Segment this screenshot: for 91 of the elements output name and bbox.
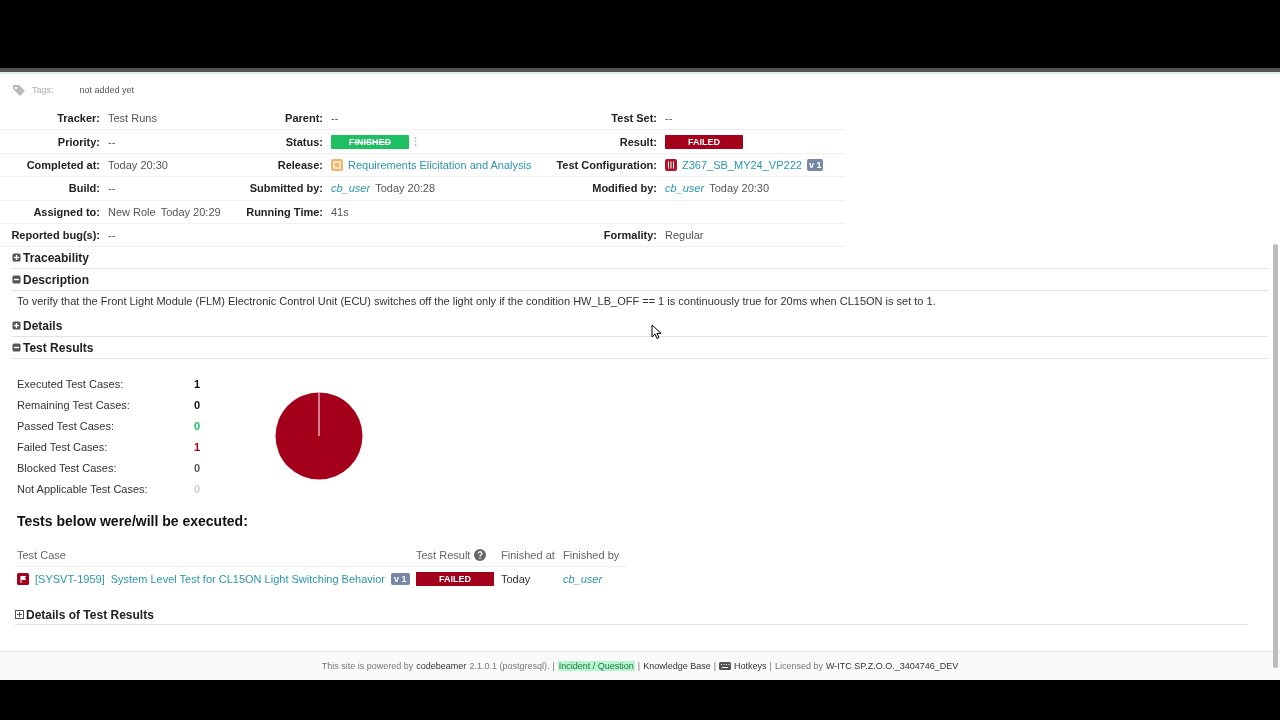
user-link[interactable]: cb_user — [665, 182, 705, 195]
field-time: Today 20:29 — [160, 205, 221, 218]
test-case-id-link[interactable]: [SYSVT-1959] — [35, 573, 105, 586]
stat-label: Blocked Test Cases: — [17, 460, 117, 476]
field-label: Running Time: — [246, 205, 323, 218]
field-label: Parent: — [285, 112, 323, 125]
column-header: Test Result — [416, 549, 471, 562]
configuration-icon — [665, 158, 677, 171]
footer-link[interactable]: Knowledge Base — [643, 661, 711, 671]
stat-label: Not Applicable Test Cases: — [17, 481, 148, 497]
release-icon — [331, 158, 343, 171]
field-label: Reported bug(s): — [11, 229, 100, 242]
field-time: Today 20:28 — [375, 182, 436, 195]
user-link[interactable]: cb_user — [563, 573, 603, 586]
tags-value: not added yet — [78, 85, 135, 95]
configuration-link[interactable]: Z367_SB_MY24_VP222 — [682, 158, 802, 171]
column-header: Finished at — [501, 549, 555, 562]
field-value: -- — [108, 229, 116, 242]
field-label: Tracker: — [57, 112, 100, 125]
description-text: To verify that the Front Light Module (FLM) Electronic Control Unit (ECU) switches off the light only if the condition HW_LB_OFF == 1 is continuously true for 20ms when CL15ON is set to 1. — [17, 295, 937, 308]
field-label: Priority: — [57, 135, 100, 148]
hotkeys-link[interactable]: Hotkeys — [734, 661, 767, 671]
field-label: Build: — [68, 182, 100, 195]
help-icon[interactable] — [474, 549, 487, 562]
field-value: Regular — [665, 229, 704, 242]
field-time: Today 20:30 — [709, 182, 770, 195]
field-value: 41s — [331, 205, 349, 218]
stat-value: 1 — [194, 376, 201, 392]
stat-value: 1 — [194, 439, 201, 455]
footer-text: codebeamer — [416, 661, 467, 671]
keyboard-icon — [719, 662, 732, 670]
field-label: Release: — [277, 158, 323, 171]
column-header: Test Case — [17, 549, 66, 562]
scrollbar[interactable] — [1273, 244, 1278, 668]
expand-icon[interactable] — [12, 321, 21, 331]
stat-value: 0 — [194, 397, 201, 413]
field-value: Today 20:30 — [108, 158, 168, 171]
field-value: New Role — [108, 205, 156, 218]
field-value: -- — [108, 182, 116, 195]
footer-separator: | — [637, 661, 641, 671]
stat-label: Failed Test Cases: — [17, 439, 108, 455]
incident-link[interactable]: Incident / Question — [557, 661, 635, 671]
footer-text: 2.1.0.1 (postgresql). — [469, 661, 550, 671]
field-label: Submitted by: — [249, 182, 323, 195]
field-label: Test Set: — [611, 112, 657, 125]
field-value: -- — [665, 112, 673, 125]
stat-value: 0 — [194, 418, 201, 434]
field-label: Modified by: — [592, 182, 657, 195]
field-value: -- — [331, 112, 339, 125]
status-badge: FAILED — [665, 134, 743, 149]
finished-at: Today — [501, 573, 531, 586]
footer-text: Licensed by — [774, 661, 823, 671]
version-badge: v 1 — [806, 158, 824, 171]
field-label: Completed at: — [26, 158, 100, 171]
expand-icon[interactable] — [15, 610, 24, 620]
stat-label: Executed Test Cases: — [17, 376, 124, 392]
footer-separator: | — [713, 661, 717, 671]
cursor-icon — [651, 324, 661, 339]
stat-value: 0 — [194, 460, 201, 476]
version-badge: v 1 — [391, 573, 410, 586]
flag-icon — [17, 573, 29, 586]
field-value: Test Runs — [108, 112, 157, 125]
tests-heading: Tests below were/will be executed: — [17, 513, 249, 530]
collapse-icon[interactable] — [12, 275, 21, 285]
section-title[interactable]: Traceability — [23, 250, 90, 265]
section-title[interactable]: Details — [23, 318, 63, 333]
section-title[interactable]: Description — [23, 272, 89, 287]
field-label: Status: — [285, 135, 323, 148]
field-label: Result: — [619, 135, 657, 148]
tags-label: Tags: — [32, 85, 54, 95]
footer-separator: | — [552, 661, 555, 671]
field-value: -- — [108, 135, 116, 148]
collapse-icon[interactable] — [12, 343, 21, 353]
stat-label: Passed Test Cases: — [17, 418, 114, 434]
release-link[interactable]: Requirements Elicitation and Analysis — [348, 158, 532, 171]
result-badge: FAILED — [416, 572, 494, 587]
section-title[interactable]: Details of Test Results — [26, 607, 154, 622]
field-label: Formality: — [603, 229, 657, 242]
expand-icon[interactable] — [12, 253, 21, 263]
footer-separator: | — [769, 661, 772, 671]
column-header: Finished by — [563, 549, 620, 562]
stat-label: Remaining Test Cases: — [17, 397, 130, 413]
status-badge: FINISHED — [331, 134, 409, 149]
field-label: Test Configuration: — [556, 158, 657, 171]
section-title[interactable]: Test Results — [23, 340, 94, 355]
tag-icon — [12, 84, 26, 96]
test-case-link[interactable]: System Level Test for CL15ON Light Switching Behavior — [110, 573, 386, 586]
footer-text: W-ITC SP.Z.O.O._3404746_DEV — [825, 661, 959, 671]
user-link[interactable]: cb_user — [331, 182, 371, 195]
field-label: Assigned to: — [33, 205, 100, 218]
footer-text: This site is powered by — [321, 661, 414, 671]
